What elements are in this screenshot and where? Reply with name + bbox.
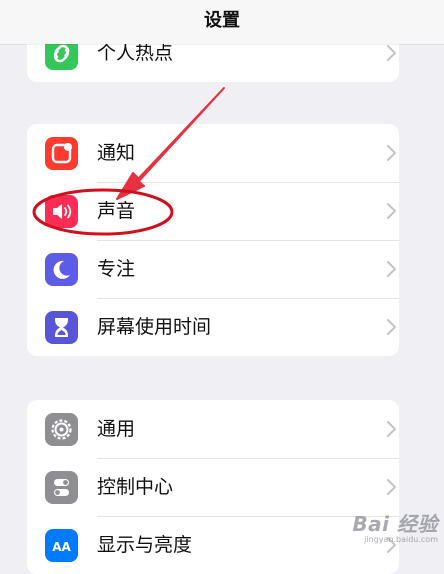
settings-row-label: 显示与亮度 — [97, 534, 193, 556]
navigation-bar: 设置 — [0, 0, 444, 44]
hourglass-icon — [45, 311, 78, 344]
settings-row-label: 个人热点 — [97, 42, 174, 64]
settings-row-focus[interactable]: 专注 — [27, 240, 399, 298]
watermark-logo: Bai 经验 jingyan.baidu.com — [352, 513, 438, 545]
chevron-right-icon — [385, 260, 399, 278]
chevron-right-icon — [385, 202, 399, 220]
settings-row-notifications[interactable]: 通知 — [27, 124, 399, 182]
moon-icon — [45, 253, 78, 286]
chevron-right-icon — [385, 144, 399, 162]
settings-row-sounds[interactable]: 声音 — [27, 182, 399, 240]
settings-row-display-brightness[interactable]: AA 显示与亮度 — [27, 516, 399, 574]
settings-row-label: 通用 — [97, 418, 136, 440]
settings-row-general[interactable]: 通用 — [27, 400, 399, 458]
settings-row-screen-time[interactable]: 屏幕使用时间 — [27, 298, 399, 356]
settings-row-label: 专注 — [97, 258, 136, 280]
gear-icon — [45, 413, 78, 446]
settings-row-label: 通知 — [97, 142, 136, 164]
chevron-right-icon — [385, 318, 399, 336]
settings-row-label: 控制中心 — [97, 476, 174, 498]
settings-row-label: 声音 — [97, 200, 136, 222]
text-size-icon: AA — [45, 529, 78, 562]
svg-text:AA: AA — [52, 540, 71, 554]
settings-row-label: 屏幕使用时间 — [97, 316, 212, 338]
settings-group-general: 通用 控制中心 AA 显示与亮度 — [27, 400, 399, 574]
notification-icon — [45, 137, 78, 170]
settings-row-control-center[interactable]: 控制中心 — [27, 458, 399, 516]
chevron-right-icon — [385, 420, 399, 438]
speaker-icon — [45, 195, 78, 228]
watermark-main: Bai 经验 — [352, 512, 438, 536]
toggles-icon — [45, 471, 78, 504]
watermark-url: jingyan.baidu.com — [364, 535, 438, 544]
chevron-right-icon — [385, 44, 399, 62]
settings-group-notifications: 通知 声音 专注 屏幕使用时间 — [27, 124, 399, 356]
page-title: 设置 — [204, 10, 240, 31]
chevron-right-icon — [385, 478, 399, 496]
